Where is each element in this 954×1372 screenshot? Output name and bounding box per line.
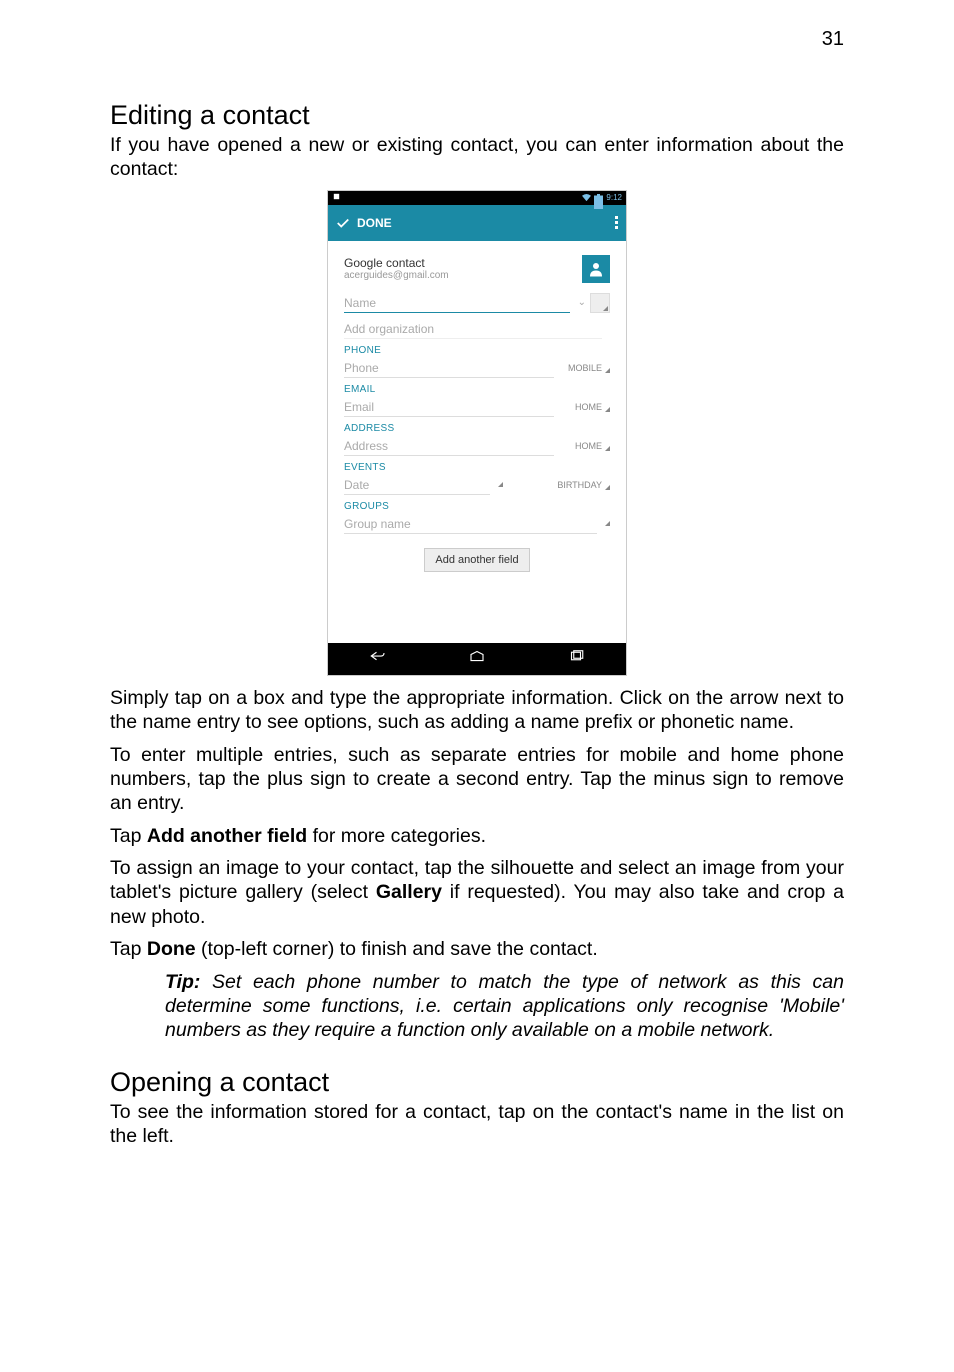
overflow-menu-icon[interactable] (615, 216, 618, 229)
done-button[interactable]: DONE (336, 216, 392, 230)
section-label-email: EMAIL (344, 384, 610, 395)
account-title: Google contact (344, 256, 449, 270)
done-label: DONE (357, 216, 392, 230)
add-another-field-button[interactable]: Add another field (424, 548, 529, 572)
heading-editing-contact: Editing a contact (110, 100, 844, 131)
person-icon (587, 260, 605, 278)
tip-paragraph: Tip: Set each phone number to match the … (165, 970, 844, 1043)
group-name-input[interactable]: Group name (344, 514, 597, 534)
paragraph-opening-contact: To see the information stored for a cont… (110, 1100, 844, 1149)
date-picker-icon[interactable] (498, 482, 503, 487)
section-label-events: EVENTS (344, 462, 610, 473)
paragraph-intro: If you have opened a new or existing con… (110, 133, 844, 182)
status-time: 9:12 (606, 193, 622, 202)
paragraph-assign-image: To assign an image to your contact, tap … (110, 856, 844, 929)
phone-screenshot: 9:12 DONE Google contact (327, 190, 627, 676)
phone-type-selector[interactable]: MOBILE (562, 363, 610, 373)
status-bar: 9:12 (328, 191, 626, 205)
navigation-bar (328, 643, 626, 675)
phone-input[interactable]: Phone (344, 358, 554, 378)
email-type-selector[interactable]: HOME (562, 402, 610, 412)
address-input[interactable]: Address (344, 436, 554, 456)
page-number: 31 (822, 28, 844, 51)
paragraph-tap-done: Tap Done (top-left corner) to finish and… (110, 937, 844, 961)
section-label-groups: GROUPS (344, 501, 610, 512)
sdcard-icon (332, 192, 341, 203)
wifi-icon (582, 194, 591, 201)
done-bar: DONE (328, 205, 626, 241)
paragraph-multiple-entries: To enter multiple entries, such as separ… (110, 743, 844, 816)
email-input[interactable]: Email (344, 397, 554, 417)
name-input[interactable]: Name (344, 293, 570, 313)
account-info: Google contact acerguides@gmail.com (344, 256, 449, 281)
back-icon[interactable] (369, 649, 387, 668)
paragraph-add-field: Tap Add another field for more categorie… (110, 824, 844, 848)
screenshot-container: 9:12 DONE Google contact (110, 190, 844, 676)
add-organization-input[interactable]: Add organization (344, 319, 602, 339)
battery-icon (594, 194, 603, 201)
account-email: acerguides@gmail.com (344, 270, 449, 281)
section-label-phone: PHONE (344, 345, 610, 356)
name-options-chevron-icon[interactable]: ⌄ (578, 297, 586, 308)
date-input[interactable]: Date (344, 475, 490, 495)
paragraph-tap-box: Simply tap on a box and type the appropr… (110, 686, 844, 735)
section-label-address: ADDRESS (344, 423, 610, 434)
group-selector-icon[interactable] (605, 521, 610, 526)
recent-apps-icon[interactable] (567, 649, 585, 668)
event-type-selector[interactable]: BIRTHDAY (507, 480, 610, 490)
check-icon (336, 216, 350, 230)
heading-opening-contact: Opening a contact (110, 1067, 844, 1098)
contact-photo-silhouette[interactable] (582, 255, 610, 283)
expand-name-button[interactable] (590, 293, 610, 313)
address-type-selector[interactable]: HOME (562, 441, 610, 451)
home-icon[interactable] (468, 649, 486, 668)
